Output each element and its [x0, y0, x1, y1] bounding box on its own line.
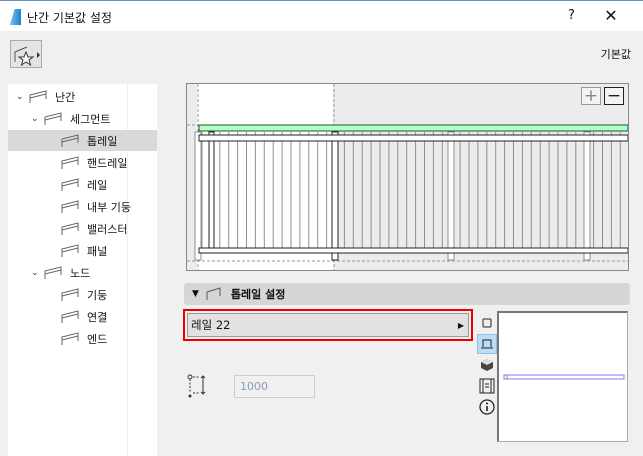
- section-title: 톱레일 설정: [230, 288, 286, 301]
- toprail-settings-header[interactable]: ▼ 톱레일 설정: [184, 283, 630, 305]
- panel-icon: [61, 243, 79, 257]
- material-button[interactable]: [477, 376, 497, 396]
- baluster-icon: [61, 221, 79, 235]
- handrail: [198, 134, 628, 142]
- tree-item-label: 난간: [55, 90, 76, 104]
- film-icon: [479, 378, 495, 394]
- toprail-icon: [61, 133, 79, 147]
- info-icon: [479, 399, 495, 415]
- height-icon: [187, 374, 206, 398]
- rail-icon: [61, 177, 79, 191]
- inner-post-icon: [61, 199, 79, 213]
- plan-view-button[interactable]: [477, 313, 497, 333]
- rail-profile-name: 레일 22: [191, 318, 231, 332]
- tree-item[interactable]: 연결: [8, 306, 157, 327]
- top-rail: [198, 124, 628, 132]
- help-button[interactable]: ?: [568, 8, 575, 23]
- node-icon: [44, 265, 62, 279]
- chevron-down-icon[interactable]: ⌄: [31, 114, 43, 124]
- tree-item-label: 톱레일: [87, 134, 118, 148]
- app-icon: [9, 9, 21, 25]
- tree-item-label: 엔드: [87, 332, 108, 346]
- end-icon: [61, 331, 79, 345]
- connection-icon: [61, 309, 79, 323]
- cube-icon: [481, 359, 493, 371]
- post: [331, 131, 339, 261]
- collapse-triangle-icon: ▼: [192, 289, 199, 299]
- segment-area: [197, 84, 333, 270]
- tree-item[interactable]: 톱레일: [8, 130, 157, 151]
- square-icon: [482, 318, 492, 328]
- favorites-button[interactable]: [10, 40, 42, 68]
- tree-item[interactable]: 기둥: [8, 284, 157, 305]
- chevron-down-icon[interactable]: ⌄: [31, 268, 43, 278]
- bottom-rail: [198, 247, 628, 254]
- post: [447, 131, 455, 261]
- tree-item-label: 밸러스터: [87, 222, 128, 236]
- post: [194, 131, 202, 261]
- tree-item[interactable]: 핸드레일: [8, 152, 157, 173]
- tree-item-label: 내부 기둥: [87, 200, 131, 214]
- toprail-icon: [206, 287, 221, 300]
- section-icon: [481, 339, 493, 349]
- section-view-button[interactable]: [477, 334, 497, 354]
- tree-item-label: 핸드레일: [87, 156, 128, 170]
- tree-item-label: 기둥: [87, 288, 108, 302]
- 3d-view-button[interactable]: [477, 355, 497, 375]
- tree-item-label: 패널: [87, 244, 108, 258]
- tree-item[interactable]: 패널: [8, 240, 157, 261]
- railing-preview: + −: [186, 83, 629, 271]
- chevron-down-icon[interactable]: ⌄: [16, 92, 28, 102]
- tree-item[interactable]: 레일: [8, 174, 157, 195]
- tree-item-label: 레일: [87, 178, 108, 192]
- profile-preview: [497, 311, 628, 442]
- tree-item[interactable]: ⌄ 노드: [8, 262, 157, 283]
- tree-item[interactable]: 밸러스터: [8, 218, 157, 239]
- post-icon: [61, 287, 79, 301]
- title-bar: 난간 기본값 설정 ? ✕: [0, 0, 643, 31]
- tree-item[interactable]: ⌄ 세그먼트: [8, 108, 157, 129]
- handrail-icon: [61, 155, 79, 169]
- tree-item[interactable]: ⌄ 난간: [8, 86, 157, 107]
- tree-item-label: 연결: [87, 310, 108, 324]
- info-button[interactable]: [477, 397, 497, 417]
- segment-icon: [44, 111, 62, 125]
- rail-profile-selector[interactable]: 레일 22 ▶: [183, 309, 473, 341]
- tree-item-label: 노드: [70, 266, 91, 280]
- tree-item[interactable]: 내부 기둥: [8, 196, 157, 217]
- inner-post: [208, 131, 215, 250]
- profile-shape: [503, 374, 625, 380]
- height-input[interactable]: 1000: [234, 375, 315, 398]
- defaults-label: 기본값: [600, 48, 631, 61]
- window-title: 난간 기본값 설정: [27, 11, 112, 25]
- tree-item[interactable]: 엔드: [8, 328, 157, 349]
- arrow-right-icon: ▶: [457, 320, 464, 330]
- zoom-out-button[interactable]: −: [604, 87, 624, 105]
- zoom-in-button[interactable]: +: [581, 87, 601, 105]
- tree-item-label: 세그먼트: [70, 112, 111, 126]
- post: [583, 131, 591, 261]
- railing-icon: [29, 89, 47, 103]
- close-button[interactable]: ✕: [596, 4, 626, 28]
- favorites-star-icon: [14, 46, 40, 66]
